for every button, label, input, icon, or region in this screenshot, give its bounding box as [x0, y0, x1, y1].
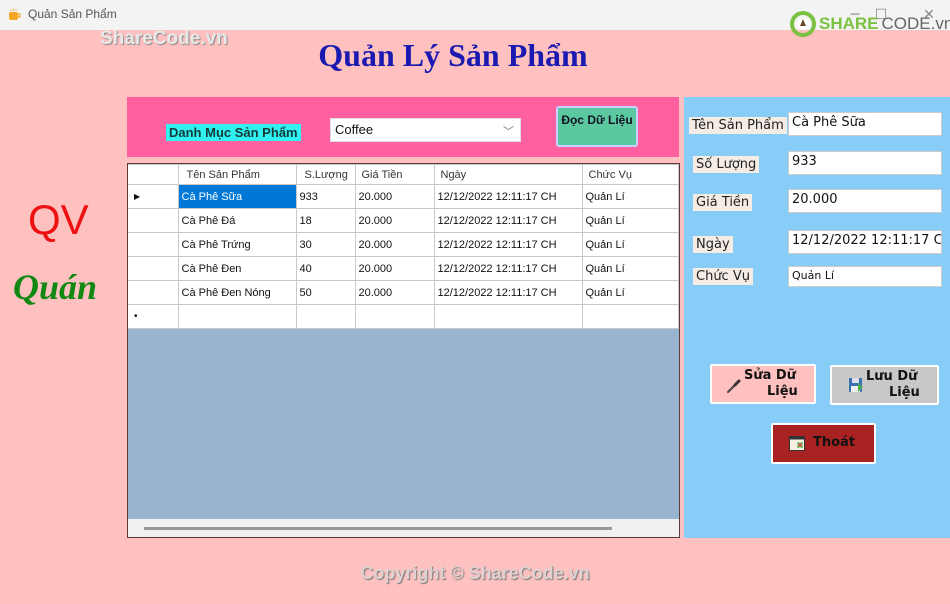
- cell-price[interactable]: 20.000: [354, 232, 435, 257]
- cell-qty[interactable]: 18: [295, 208, 356, 233]
- watermark-logo: SHARE CODE.vn: [790, 9, 950, 39]
- table-row[interactable]: Cà Phê Đá 18 20.000 12/12/2022 12:11:17 …: [128, 208, 679, 233]
- role-input[interactable]: Quản Lí: [788, 266, 942, 287]
- cell-name[interactable]: [177, 304, 297, 329]
- cell-price[interactable]: 20.000: [354, 256, 435, 281]
- qty-label: Số Lượng: [693, 156, 760, 173]
- table-row[interactable]: Cà Phê Đen Nóng 50 20.000 12/12/2022 12:…: [128, 280, 679, 305]
- cell-role[interactable]: Quản Lí: [581, 232, 679, 257]
- cell-date[interactable]: 12/12/2022 12:11:17 CH: [433, 208, 583, 233]
- save-label-line2: Liệu: [889, 385, 920, 400]
- cell-date[interactable]: 12/12/2022 12:11:17 CH: [433, 256, 583, 281]
- row-header-corner: [128, 164, 179, 185]
- row-header[interactable]: [128, 208, 179, 233]
- row-header[interactable]: [128, 232, 179, 257]
- table-header-row: Tên Sản Phẩm S.Lượng Giá Tiền Ngày Chức …: [128, 164, 679, 185]
- horizontal-scrollbar[interactable]: [128, 519, 679, 537]
- window-title: Quản Sản Phẩm: [28, 7, 117, 21]
- screwdriver-icon: [727, 379, 741, 393]
- column-header-date[interactable]: Ngày: [433, 164, 583, 185]
- price-label: Giá Tiền: [693, 194, 753, 211]
- cell-role[interactable]: Quản Lí: [581, 208, 679, 233]
- save-data-button[interactable]: Lưu Dữ Liệu: [830, 365, 939, 405]
- date-input[interactable]: 12/12/2022 12:11:17 CH: [788, 230, 942, 254]
- chevron-down-icon: ﹀: [503, 126, 514, 138]
- app-coffee-icon: [9, 8, 21, 20]
- price-input[interactable]: 20.000: [788, 189, 942, 213]
- brand-quan: Quán: [13, 267, 98, 307]
- cell-qty[interactable]: 933: [295, 184, 356, 209]
- sharecode-logo-icon: [790, 11, 816, 37]
- cell-date[interactable]: 12/12/2022 12:11:17 CH: [433, 280, 583, 305]
- edit-label-line1: Sửa Dữ: [744, 368, 796, 383]
- cell-role[interactable]: Quản Lí: [581, 256, 679, 281]
- cell-qty[interactable]: 50: [295, 280, 356, 305]
- qty-input[interactable]: 933: [788, 151, 942, 175]
- save-disk-icon: [849, 378, 863, 392]
- edit-label-line2: Liệu: [767, 384, 798, 399]
- date-label: Ngày: [693, 236, 733, 253]
- exit-window-icon: [789, 436, 805, 451]
- column-header-name[interactable]: Tên Sản Phẩm: [177, 164, 297, 185]
- category-label: Danh Mục Sản Phẩm: [166, 124, 301, 141]
- cell-date[interactable]: 12/12/2022 12:11:17 CH: [433, 232, 583, 257]
- read-data-button[interactable]: Đọc Dữ Liệu: [556, 106, 638, 147]
- role-label: Chức Vụ: [693, 268, 753, 285]
- new-row-marker: •: [128, 304, 179, 329]
- name-input[interactable]: Cà Phê Sữa: [788, 112, 942, 136]
- row-selected-marker: ▶: [128, 184, 179, 209]
- cell-qty[interactable]: 30: [295, 232, 356, 257]
- save-label-line1: Lưu Dữ: [866, 369, 918, 384]
- cell-price[interactable]: 20.000: [354, 208, 435, 233]
- cell-name[interactable]: Cà Phê Trứng: [177, 232, 297, 257]
- cell-price[interactable]: [354, 304, 435, 329]
- column-header-price[interactable]: Giá Tiền: [354, 164, 435, 185]
- cell-name[interactable]: Cà Phê Đen Nóng: [177, 280, 297, 305]
- cell-name[interactable]: Cà Phê Sữa: [177, 184, 297, 209]
- column-header-qty[interactable]: S.Lượng: [295, 164, 356, 185]
- cell-qty[interactable]: [295, 304, 356, 329]
- table-row[interactable]: Cà Phê Trứng 30 20.000 12/12/2022 12:11:…: [128, 232, 679, 257]
- table-row[interactable]: ▶ Cà Phê Sữa 933 20.000 12/12/2022 12:11…: [128, 184, 679, 209]
- cell-role[interactable]: [581, 304, 679, 329]
- exit-label: Thoát: [813, 435, 856, 450]
- row-header[interactable]: [128, 256, 179, 281]
- page-title: Quản Lý Sản Phẩm: [318, 37, 588, 73]
- category-selected-value: Coffee: [335, 122, 374, 137]
- category-select[interactable]: Coffee ﹀: [330, 118, 521, 142]
- cell-role[interactable]: Quản Lí: [581, 280, 679, 305]
- row-header[interactable]: [128, 280, 179, 305]
- scrollbar-thumb[interactable]: [144, 527, 612, 530]
- table-new-row[interactable]: •: [128, 304, 679, 329]
- cell-name[interactable]: Cà Phê Đen: [177, 256, 297, 281]
- exit-button[interactable]: Thoát: [771, 423, 876, 464]
- cell-qty[interactable]: 40: [295, 256, 356, 281]
- cell-date[interactable]: [433, 304, 583, 329]
- column-header-role[interactable]: Chức Vụ: [581, 164, 679, 185]
- name-label: Tên Sản Phẩm: [689, 117, 787, 134]
- cell-price[interactable]: 20.000: [354, 280, 435, 305]
- product-table: Tên Sản Phẩm S.Lượng Giá Tiền Ngày Chức …: [128, 164, 679, 329]
- edit-data-button[interactable]: Sửa Dữ Liệu: [710, 364, 816, 404]
- logo-code-text: CODE.vn: [881, 14, 950, 33]
- cell-name[interactable]: Cà Phê Đá: [177, 208, 297, 233]
- table-row[interactable]: Cà Phê Đen 40 20.000 12/12/2022 12:11:17…: [128, 256, 679, 281]
- cell-price[interactable]: 20.000: [354, 184, 435, 209]
- cell-role[interactable]: Quản Lí: [581, 184, 679, 209]
- copyright-watermark: Copyright © ShareCode.vn: [360, 563, 590, 583]
- logo-share-text: SHARE: [819, 14, 879, 33]
- brand-qv: QV: [28, 196, 89, 243]
- cell-date[interactable]: 12/12/2022 12:11:17 CH: [433, 184, 583, 209]
- product-grid[interactable]: Tên Sản Phẩm S.Lượng Giá Tiền Ngày Chức …: [127, 163, 680, 538]
